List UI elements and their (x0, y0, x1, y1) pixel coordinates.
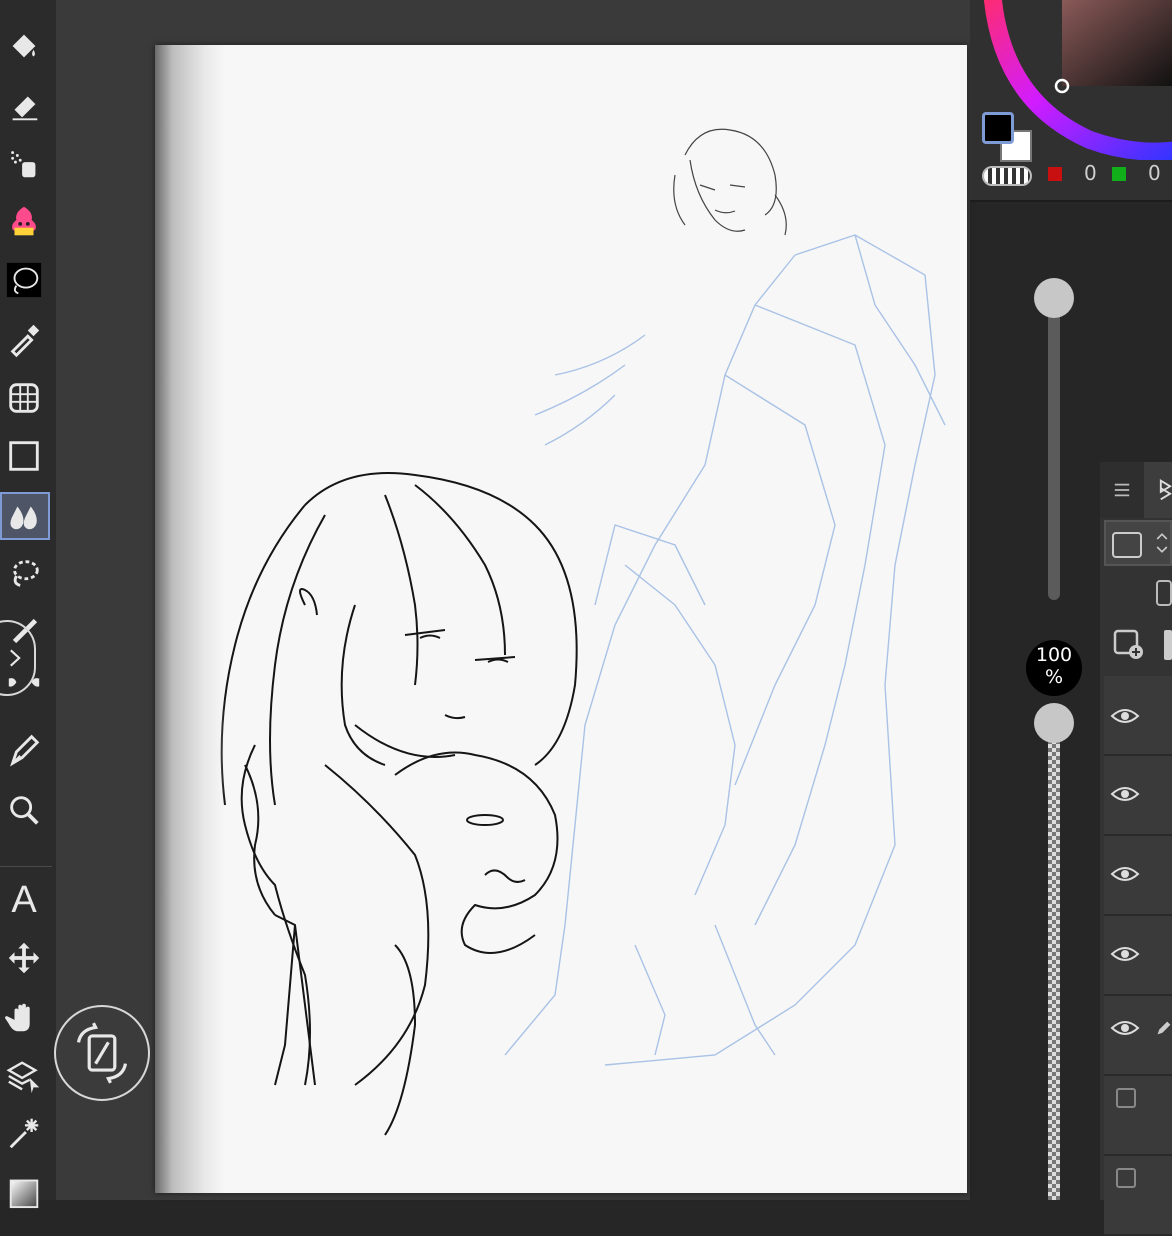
red-value: 0 (1084, 161, 1097, 185)
panel-menu-tab[interactable] (1100, 462, 1144, 518)
green-value: 0 (1148, 161, 1161, 185)
transparent-color-toggle[interactable] (982, 166, 1032, 186)
eye-icon[interactable] (1110, 864, 1140, 884)
eraser-icon[interactable] (0, 82, 48, 130)
layer-row[interactable] (1104, 836, 1172, 916)
hand-icon[interactable] (0, 994, 48, 1042)
pen-edit-icon (1157, 1021, 1171, 1035)
layer-row[interactable] (1104, 676, 1172, 756)
visibility-checkbox[interactable] (1116, 1088, 1136, 1108)
layer-row[interactable] (1104, 1076, 1172, 1156)
brush-size-thumb[interactable] (1034, 278, 1074, 318)
perspective-icon[interactable] (0, 374, 48, 422)
layer-row[interactable] (1104, 916, 1172, 996)
eye-icon[interactable] (1110, 706, 1140, 726)
tool-palette: A (0, 0, 56, 1209)
opacity-indicator: 100 % (1026, 640, 1082, 696)
page-binding-shadow (155, 45, 225, 1193)
menu-icon (1114, 483, 1130, 497)
new-layer-button[interactable] (1112, 628, 1144, 660)
color-panel: 0 0 (970, 0, 1172, 202)
layers-icon (1159, 479, 1172, 501)
canvas-paper[interactable] (155, 45, 967, 1193)
rotate-canvas-button[interactable] (54, 1005, 150, 1101)
layer-folder-icon[interactable] (1164, 630, 1172, 660)
zoom-icon[interactable] (0, 786, 48, 834)
pen-nib-icon[interactable] (0, 726, 48, 774)
airbrush-icon[interactable] (0, 140, 48, 188)
layer-move-icon[interactable] (0, 1052, 48, 1100)
opacity-unit: % (1044, 666, 1064, 688)
brush-size-track[interactable] (1048, 290, 1060, 600)
blend-mode-icon (1112, 532, 1142, 558)
sketch-artwork (220, 128, 946, 1136)
rectangle-select-icon[interactable] (0, 432, 48, 480)
chevron-right-icon (10, 649, 21, 667)
tool-divider (0, 866, 52, 867)
add-layer-icon (1113, 629, 1143, 659)
text-icon[interactable]: A (0, 876, 48, 924)
magic-wand-icon[interactable] (0, 1108, 48, 1156)
green-channel-swatch (1112, 167, 1126, 181)
lasso-select-icon[interactable] (0, 550, 48, 598)
main-color-swatch[interactable] (982, 112, 1014, 144)
decoration-icon[interactable] (0, 198, 48, 246)
layer-row[interactable] (1104, 756, 1172, 836)
layer-row[interactable] (1104, 996, 1172, 1076)
updown-chevron-icon (1156, 533, 1168, 553)
red-channel-swatch (1048, 167, 1062, 181)
opacity-thumb[interactable] (1034, 703, 1074, 743)
eye-icon[interactable] (1110, 784, 1140, 804)
gradient-icon[interactable] (0, 1166, 48, 1214)
text-tool-label: A (11, 878, 37, 921)
blend-mode-selector[interactable] (1104, 520, 1172, 566)
move-icon[interactable] (0, 934, 48, 982)
rotate-icon (76, 1022, 128, 1084)
eye-icon[interactable] (1110, 944, 1140, 964)
eye-icon[interactable] (1110, 1018, 1140, 1038)
layer-tab[interactable] (1144, 462, 1172, 518)
saturation-value-square[interactable] (1062, 0, 1172, 86)
opacity-track[interactable] (1048, 720, 1060, 1200)
fill-icon[interactable] (0, 22, 48, 70)
lock-icon[interactable] (1156, 580, 1172, 606)
lasso-fill-icon[interactable] (0, 256, 48, 304)
layer-row[interactable] (1104, 1156, 1172, 1236)
visibility-checkbox[interactable] (1116, 1168, 1136, 1188)
opacity-value: 100 (1035, 644, 1073, 666)
eyedropper-icon[interactable] (0, 316, 48, 364)
blend-icon[interactable] (0, 492, 50, 540)
